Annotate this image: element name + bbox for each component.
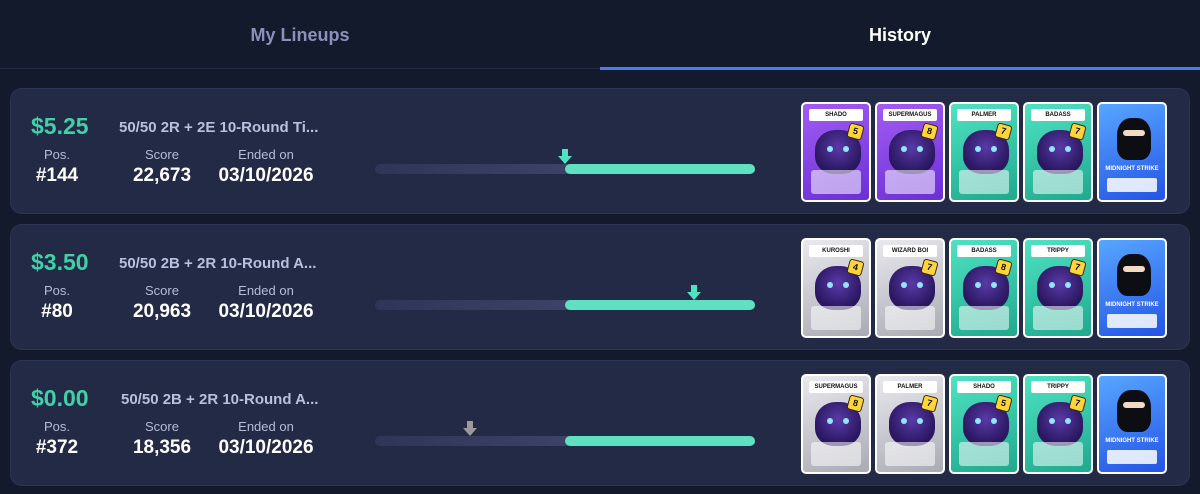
card-name: BADASS (1031, 109, 1085, 121)
card-name: TRIPPY (1031, 245, 1085, 257)
payout-zone (565, 300, 755, 310)
boost-card-description (1107, 314, 1157, 328)
card-footer (885, 306, 935, 330)
score-value: 18,356 (132, 437, 192, 458)
card-footer (1033, 306, 1083, 330)
player-card[interactable]: WIZARD BOI 7 (875, 238, 945, 338)
player-card[interactable]: TRIPPY 7 (1023, 238, 1093, 338)
standing-bar (375, 421, 755, 446)
card-name: SHADO (957, 381, 1011, 393)
ended-label: Ended on (238, 419, 294, 434)
score-label: Score (145, 147, 179, 162)
boost-card[interactable]: MIDNIGHT STRIKE (1097, 374, 1167, 474)
tab-history[interactable]: History (600, 0, 1200, 70)
boost-card-name: MIDNIGHT STRIKE (1105, 166, 1159, 172)
card-footer (1033, 442, 1083, 466)
card-footer (885, 442, 935, 466)
player-card[interactable]: SUPERMAGUS 8 (801, 374, 871, 474)
history-row[interactable]: $5.25 50/50 2R + 2E 10-Round Ti... Pos. … (10, 88, 1190, 214)
card-name: PALMER (883, 381, 937, 393)
contest-name[interactable]: 50/50 2R + 2E 10-Round Ti... (119, 119, 318, 136)
score-label: Score (145, 419, 179, 434)
ended-date: 03/10/2026 (218, 437, 314, 458)
card-footer (811, 306, 861, 330)
player-card[interactable]: SHADO 5 (949, 374, 1019, 474)
score-label: Score (145, 283, 179, 298)
player-card[interactable]: BADASS 7 (1023, 102, 1093, 202)
history-row[interactable]: $3.50 50/50 2B + 2R 10-Round A... Pos. #… (10, 224, 1190, 350)
pos-value: #80 (41, 301, 73, 322)
pos-value: #372 (35, 437, 79, 458)
card-footer (811, 442, 861, 466)
pos-label: Pos. (43, 147, 70, 162)
card-footer (885, 170, 935, 194)
card-name: SUPERMAGUS (809, 381, 863, 393)
ninja-illustration (1117, 390, 1151, 432)
payout-zone (565, 164, 755, 174)
ninja-illustration (1117, 118, 1151, 160)
player-card[interactable]: TRIPPY 7 (1023, 374, 1093, 474)
prize-amount: $5.25 (31, 113, 89, 139)
tab-bar: My Lineups History (0, 0, 1200, 70)
card-footer (959, 170, 1009, 194)
card-name: TRIPPY (1031, 381, 1085, 393)
pos-value: #144 (35, 165, 79, 186)
card-name: WIZARD BOI (883, 245, 937, 257)
boost-card[interactable]: MIDNIGHT STRIKE (1097, 238, 1167, 338)
score-value: 22,673 (132, 165, 192, 186)
ended-label: Ended on (238, 283, 294, 298)
card-name: SHADO (809, 109, 863, 121)
prize-amount: $3.50 (31, 249, 89, 275)
card-name: KUROSHI (809, 245, 863, 257)
pos-label: Pos. (43, 283, 70, 298)
payout-zone (565, 436, 755, 446)
player-card[interactable]: BADASS 8 (949, 238, 1019, 338)
card-footer (959, 306, 1009, 330)
standing-bar (375, 149, 755, 174)
player-card[interactable]: PALMER 7 (875, 374, 945, 474)
position-marker-icon (463, 421, 477, 436)
card-footer (811, 170, 861, 194)
ended-label: Ended on (238, 147, 294, 162)
pos-label: Pos. (43, 419, 70, 434)
card-footer (959, 442, 1009, 466)
boost-card-name: MIDNIGHT STRIKE (1105, 438, 1159, 444)
player-card[interactable]: PALMER 7 (949, 102, 1019, 202)
position-marker-icon (558, 149, 572, 164)
player-card[interactable]: KUROSHI 4 (801, 238, 871, 338)
card-name: BADASS (957, 245, 1011, 257)
player-card[interactable]: SUPERMAGUS 8 (875, 102, 945, 202)
position-marker-icon (687, 285, 702, 300)
score-value: 20,963 (132, 301, 192, 322)
history-row[interactable]: $0.00 50/50 2B + 2R 10-Round A... Pos. #… (10, 360, 1190, 486)
boost-card-description (1107, 450, 1157, 464)
boost-card-name: MIDNIGHT STRIKE (1105, 302, 1159, 308)
boost-card-description (1107, 178, 1157, 192)
contest-name[interactable]: 50/50 2B + 2R 10-Round A... (119, 255, 316, 272)
boost-card[interactable]: MIDNIGHT STRIKE (1097, 102, 1167, 202)
card-footer (1033, 170, 1083, 194)
contest-name[interactable]: 50/50 2B + 2R 10-Round A... (121, 391, 318, 408)
card-name: PALMER (957, 109, 1011, 121)
card-name: SUPERMAGUS (883, 109, 937, 121)
tab-my-lineups[interactable]: My Lineups (0, 0, 600, 70)
ended-date: 03/10/2026 (218, 165, 314, 186)
ninja-illustration (1117, 254, 1151, 296)
standing-bar (375, 285, 755, 310)
prize-amount: $0.00 (31, 385, 89, 411)
ended-date: 03/10/2026 (218, 301, 314, 322)
player-card[interactable]: SHADO 5 (801, 102, 871, 202)
